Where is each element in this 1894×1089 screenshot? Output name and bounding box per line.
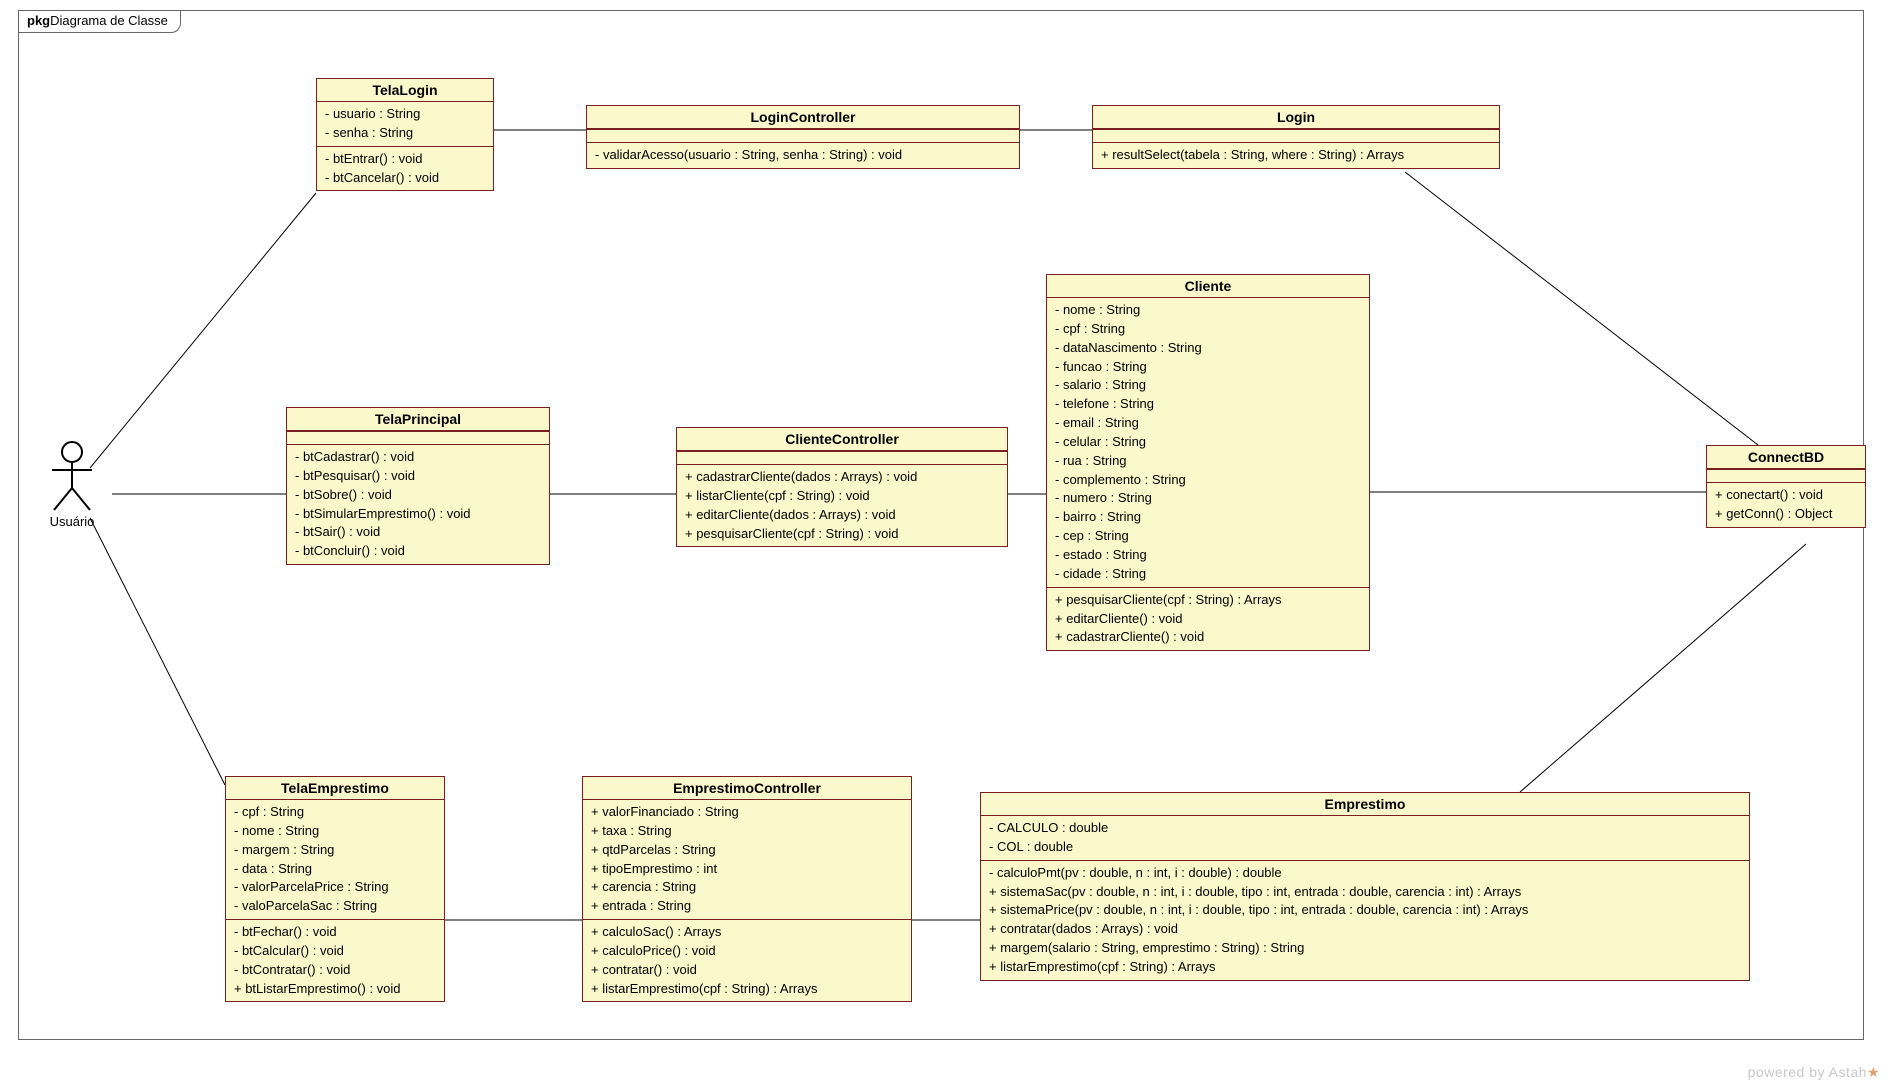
class-attrs: - nome : String- cpf : String- dataNasci… xyxy=(1047,298,1369,587)
class-attrs: - CALCULO : double- COL : double xyxy=(981,816,1749,860)
class-ops: - validarAcesso(usuario : String, senha … xyxy=(587,142,1019,168)
class-ops: + cadastrarCliente(dados : Arrays) : voi… xyxy=(677,464,1007,546)
class-attrs xyxy=(587,129,1019,142)
class-ops: + calculoSac() : Arrays+ calculoPrice() … xyxy=(583,919,911,1001)
package-tab: pkgDiagrama de Classe xyxy=(18,10,181,33)
class-logincontroller: LoginController - validarAcesso(usuario … xyxy=(586,105,1020,169)
class-attrs xyxy=(677,451,1007,464)
watermark-text: powered by Astah xyxy=(1748,1064,1867,1080)
class-name: LoginController xyxy=(587,106,1019,129)
class-attrs: - usuario : String- senha : String xyxy=(317,102,493,146)
class-name: Login xyxy=(1093,106,1499,129)
class-login: Login + resultSelect(tabela : String, wh… xyxy=(1092,105,1500,169)
class-attrs xyxy=(1707,469,1865,482)
class-attrs: + valorFinanciado : String+ taxa : Strin… xyxy=(583,800,911,919)
actor-icon xyxy=(46,440,98,512)
class-ops: - btEntrar() : void- btCancelar() : void xyxy=(317,146,493,191)
class-emprestimocontroller: EmprestimoController + valorFinanciado :… xyxy=(582,776,912,1002)
class-name: TelaPrincipal xyxy=(287,408,549,431)
watermark: powered by Astah★ xyxy=(1748,1064,1880,1081)
class-name: ConnectBD xyxy=(1707,446,1865,469)
class-emprestimo: Emprestimo - CALCULO : double- COL : dou… xyxy=(980,792,1750,981)
class-telalogin: TelaLogin - usuario : String- senha : St… xyxy=(316,78,494,191)
class-name: Emprestimo xyxy=(981,793,1749,816)
class-telaprincipal: TelaPrincipal - btCadastrar() : void- bt… xyxy=(286,407,550,565)
class-name: TelaEmprestimo xyxy=(226,777,444,800)
class-telaemprestimo: TelaEmprestimo - cpf : String- nome : St… xyxy=(225,776,445,1002)
class-attrs xyxy=(1093,129,1499,142)
class-name: EmprestimoController xyxy=(583,777,911,800)
package-title: Diagrama de Classe xyxy=(50,13,168,28)
class-connectbd: ConnectBD + conectart() : void+ getConn(… xyxy=(1706,445,1866,528)
class-cliente: Cliente - nome : String- cpf : String- d… xyxy=(1046,274,1370,651)
class-ops: + conectart() : void+ getConn() : Object xyxy=(1707,482,1865,527)
class-name: Cliente xyxy=(1047,275,1369,298)
class-attrs xyxy=(287,431,549,444)
class-ops: - btFechar() : void- btCalcular() : void… xyxy=(226,919,444,1001)
class-ops: + pesquisarCliente(cpf : String) : Array… xyxy=(1047,587,1369,651)
class-ops: - calculoPmt(pv : double, n : int, i : d… xyxy=(981,860,1749,980)
class-ops: + resultSelect(tabela : String, where : … xyxy=(1093,142,1499,168)
class-name: ClienteController xyxy=(677,428,1007,451)
class-ops: - btCadastrar() : void- btPesquisar() : … xyxy=(287,444,549,564)
class-clientecontroller: ClienteController + cadastrarCliente(dad… xyxy=(676,427,1008,547)
class-name: TelaLogin xyxy=(317,79,493,102)
watermark-icon: ★ xyxy=(1867,1064,1880,1080)
class-attrs: - cpf : String- nome : String- margem : … xyxy=(226,800,444,919)
actor-usuario: Usuário xyxy=(32,440,112,529)
package-prefix: pkg xyxy=(27,13,50,28)
actor-label: Usuário xyxy=(32,514,112,529)
